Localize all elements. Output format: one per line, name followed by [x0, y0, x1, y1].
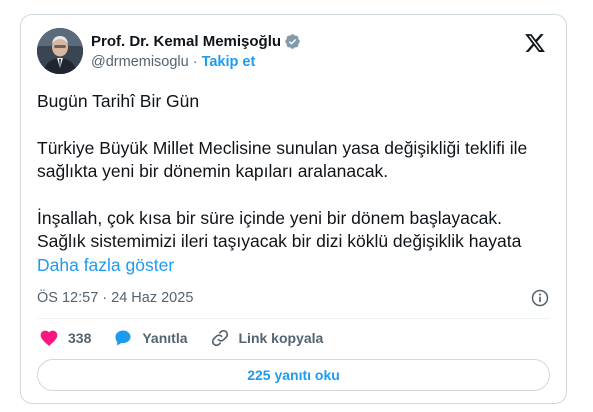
tweet-actions: 338 Yanıtla Link kopyala: [39, 327, 345, 349]
read-replies-button[interactable]: 225 yanıtı oku: [37, 359, 550, 391]
separator-dot: ·: [192, 54, 198, 70]
speech-bubble-icon: [115, 330, 131, 346]
tweet-header: Prof. Dr. Kemal Memişoğlu @drmemisoglu ·…: [37, 28, 550, 76]
tweet-meta: ÖS 12:57 · 24 Haz 2025: [37, 287, 550, 309]
copy-link-button[interactable]: Link kopyala: [210, 328, 324, 348]
author-info: Prof. Dr. Kemal Memişoğlu @drmemisoglu ·…: [91, 31, 301, 72]
tweet-text: Bugün Tarihî Bir Gün Türkiye Büyük Mille…: [37, 90, 537, 277]
show-more-link[interactable]: Daha fazla göster: [37, 255, 174, 275]
tweet-paragraph-3-text: İnşallah, çok kısa bir süre içinde yeni …: [37, 207, 522, 252]
tweet-paragraph-1: Bugün Tarihî Bir Gün: [37, 91, 200, 111]
divider: [37, 318, 550, 319]
tweet-paragraph-2: Türkiye Büyük Millet Meclisine sunulan y…: [37, 137, 528, 182]
read-replies-label: 225 yanıtı oku: [247, 367, 340, 383]
reply-button[interactable]: Yanıtla: [113, 328, 188, 348]
follow-button[interactable]: Takip et: [202, 54, 256, 70]
like-button[interactable]: 338: [39, 328, 91, 348]
tweet-card: Prof. Dr. Kemal Memişoğlu @drmemisoglu ·…: [20, 14, 567, 404]
heart-icon: [40, 330, 58, 346]
reply-label: Yanıtla: [142, 330, 188, 346]
author-handle[interactable]: @drmemisoglu: [91, 54, 189, 70]
avatar-image: [37, 28, 83, 74]
timestamp[interactable]: ÖS 12:57 · 24 Haz 2025: [37, 290, 193, 306]
avatar[interactable]: [37, 28, 83, 74]
link-icon: [211, 329, 228, 347]
verified-badge-icon: [284, 33, 301, 50]
author-name[interactable]: Prof. Dr. Kemal Memişoğlu: [91, 33, 281, 50]
x-logo-icon[interactable]: [524, 32, 546, 54]
info-icon[interactable]: [530, 288, 550, 308]
tweet-paragraph-3: İnşallah, çok kısa bir süre içinde yeni …: [37, 207, 537, 278]
like-count: 338: [68, 330, 92, 346]
copy-link-label: Link kopyala: [238, 330, 324, 346]
